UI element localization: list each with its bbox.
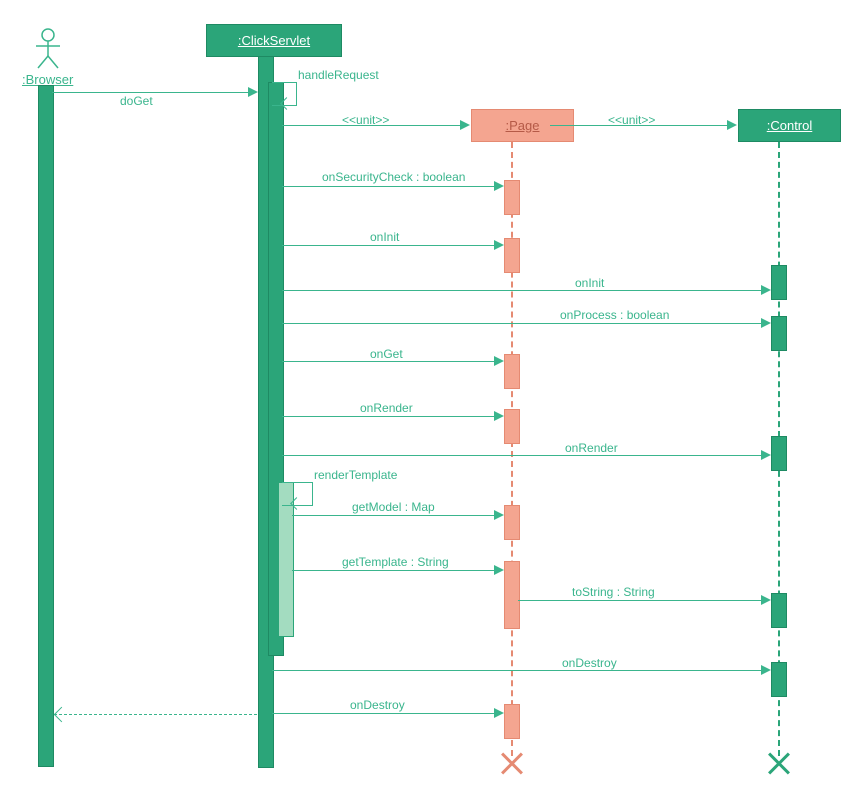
arrowhead-ondestroy-page <box>494 708 504 718</box>
label-ondestroy2: onDestroy <box>350 698 405 712</box>
arrow-ondestroy-control <box>272 670 769 671</box>
label-oninit2: onInit <box>575 276 604 290</box>
label-gettemplate: getTemplate : String <box>342 555 449 569</box>
actor-icon <box>34 28 62 70</box>
label-getmodel: getModel : Map <box>352 500 435 514</box>
destroy-page <box>502 752 522 772</box>
arrow-gettemplate <box>292 570 502 571</box>
label-securitycheck: onSecurityCheck : boolean <box>322 170 465 184</box>
label-onget: onGet <box>370 347 403 361</box>
arrowhead-onrender-page <box>494 411 504 421</box>
label-tostring: toString : String <box>572 585 655 599</box>
label-onprocess: onProcess : boolean <box>560 308 669 322</box>
arrowhead-oninit-page <box>494 240 504 250</box>
label-onrender2: onRender <box>565 441 618 455</box>
lifeline-page-line <box>511 142 513 756</box>
lifeline-control: :Control <box>738 109 841 142</box>
actor-browser: :Browser <box>22 28 73 87</box>
label-handlerequest: handleRequest <box>298 68 379 82</box>
arrow-onrender-page <box>282 416 502 417</box>
arrow-doget <box>52 92 256 93</box>
arrowhead-onprocess <box>761 318 771 328</box>
activation-browser <box>38 85 54 767</box>
label-doget: doGet <box>120 94 153 108</box>
lifeline-page-label: :Page <box>506 118 540 133</box>
activation-page-onrender <box>504 409 520 444</box>
activation-page-oninit <box>504 238 520 273</box>
activation-page-gettemplate <box>504 561 520 629</box>
lifeline-clickservlet-label: :ClickServlet <box>238 33 310 48</box>
arrowhead-create-control <box>727 120 737 130</box>
arrowhead-tostring <box>761 595 771 605</box>
arrowhead-securitycheck <box>494 181 504 191</box>
lifeline-control-label: :Control <box>767 118 813 133</box>
arrow-onget <box>282 361 502 362</box>
activation-page-securitycheck <box>504 180 520 215</box>
label-oninit1: onInit <box>370 230 399 244</box>
activation-page-getmodel <box>504 505 520 540</box>
arrow-oninit-page <box>282 245 502 246</box>
arrowhead-onget <box>494 356 504 366</box>
destroy-control <box>769 752 789 772</box>
arrowhead-ondestroy-control <box>761 665 771 675</box>
arrow-ondestroy-page <box>272 713 502 714</box>
label-unit1: <<unit>> <box>342 113 389 127</box>
arrowhead-onrender-control <box>761 450 771 460</box>
arrowhead-create-page <box>460 120 470 130</box>
label-unit2: <<unit>> <box>608 113 655 127</box>
arrow-return <box>54 714 257 715</box>
arrow-tostring <box>518 600 769 601</box>
arrowhead-return <box>54 707 70 723</box>
arrowhead-oninit-control <box>761 285 771 295</box>
activation-page-ondestroy <box>504 704 520 739</box>
lifeline-clickservlet: :ClickServlet <box>206 24 342 57</box>
arrow-getmodel <box>292 515 502 516</box>
activation-control-tostring <box>771 593 787 628</box>
arrow-onprocess <box>282 323 769 324</box>
label-onrender1: onRender <box>360 401 413 415</box>
activation-control-onprocess <box>771 316 787 351</box>
activation-page-onget <box>504 354 520 389</box>
label-ondestroy1: onDestroy <box>562 656 617 670</box>
arrow-securitycheck <box>282 186 502 187</box>
arrowhead-gettemplate <box>494 565 504 575</box>
activation-control-ondestroy <box>771 662 787 697</box>
activation-control-onrender <box>771 436 787 471</box>
arrowhead-getmodel <box>494 510 504 520</box>
arrow-oninit-control <box>282 290 769 291</box>
activation-control-oninit <box>771 265 787 300</box>
arrowhead-doget <box>248 87 258 97</box>
label-rendertemplate: renderTemplate <box>314 468 397 482</box>
arrow-onrender-control <box>282 455 769 456</box>
sequence-diagram: { "participants": { "browser": ":Browser… <box>0 0 851 788</box>
